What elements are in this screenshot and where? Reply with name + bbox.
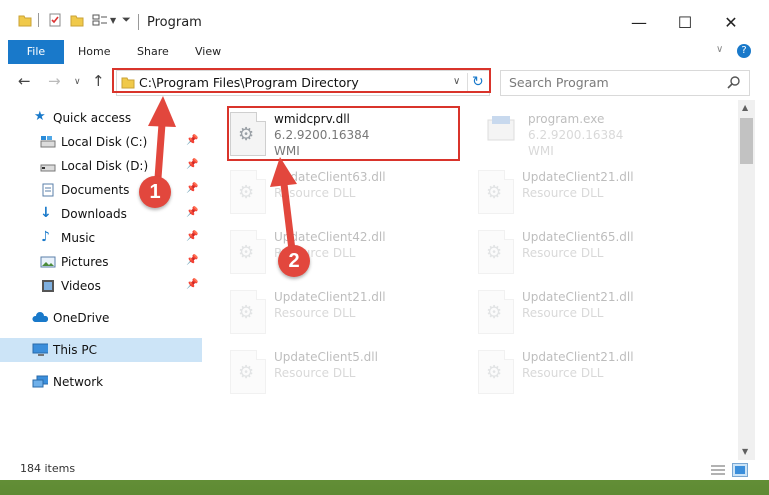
callout-step-1: 1 <box>139 176 171 208</box>
arrow-2 <box>270 157 297 254</box>
callout-step-2: 2 <box>278 245 310 277</box>
annotation-arrows <box>148 96 297 254</box>
arrow-1 <box>148 96 176 182</box>
